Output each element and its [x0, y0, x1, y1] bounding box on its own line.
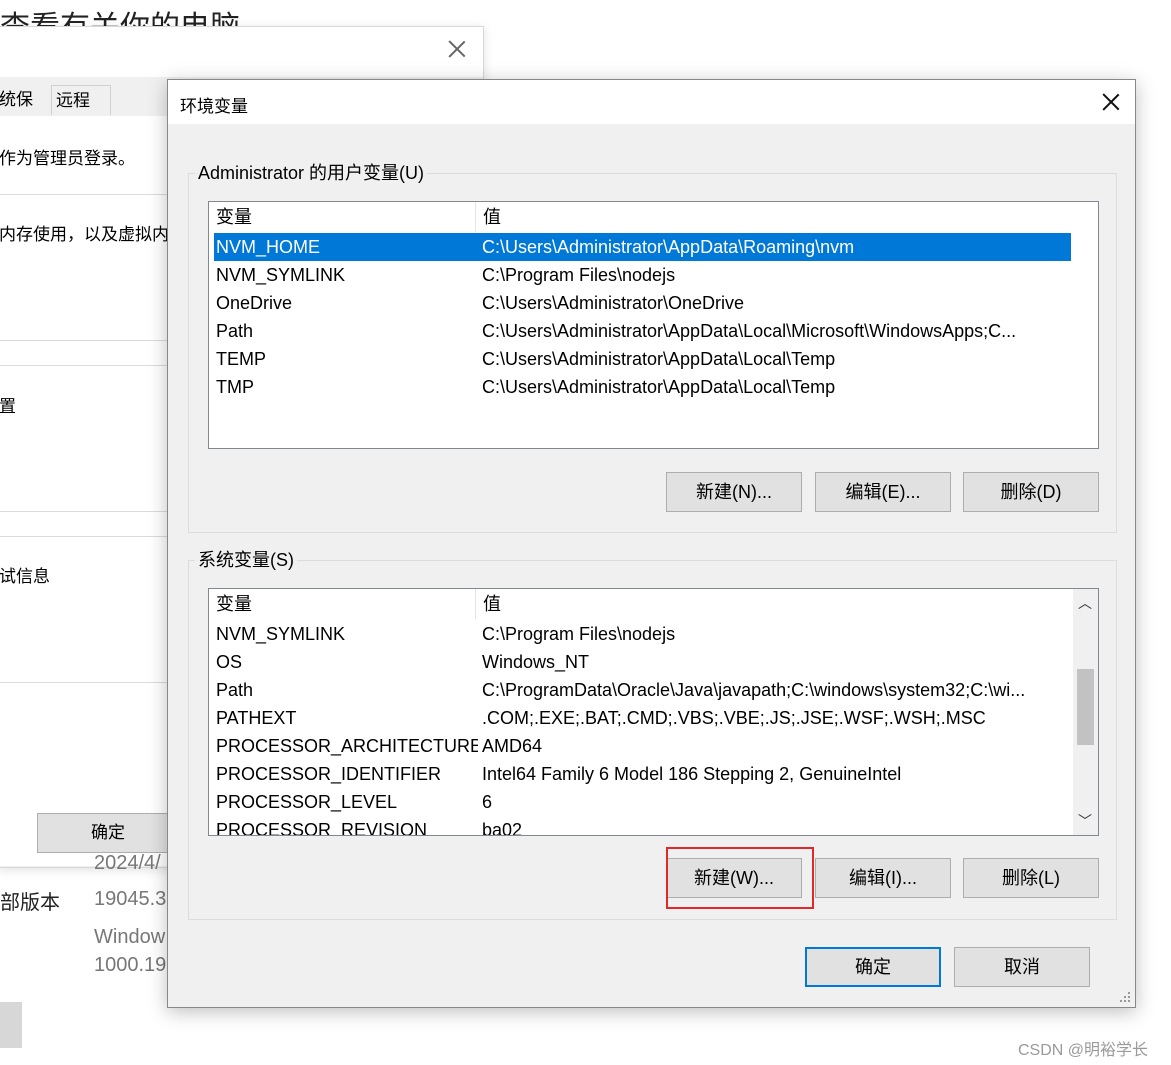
- close-icon[interactable]: [1099, 90, 1123, 114]
- user-variables-legend: Administrator 的用户变量(U): [195, 162, 428, 184]
- variable-name-cell: PROCESSOR_IDENTIFIER: [216, 764, 442, 784]
- settings-text-partial: 置: [0, 397, 16, 416]
- column-header-value[interactable]: 值: [475, 202, 1071, 232]
- memory-usage-text: 内存使用，以及虚拟内: [0, 225, 169, 244]
- variable-name-cell: PROCESSOR_ARCHITECTURE: [216, 736, 478, 756]
- variable-name-cell: PROCESSOR_LEVEL: [216, 792, 398, 812]
- system-delete-button[interactable]: 删除(L): [963, 858, 1099, 898]
- variable-value-cell: ba02: [482, 820, 523, 836]
- background-button-partial[interactable]: [0, 1002, 22, 1048]
- variable-name-cell: NVM_HOME: [216, 237, 321, 257]
- divider: [0, 511, 169, 512]
- resize-grip-icon[interactable]: [1119, 991, 1131, 1003]
- date-text-partial: 2024/4/: [94, 852, 161, 874]
- variable-name-cell: TEMP: [216, 349, 267, 369]
- variable-value-cell: C:\Program Files\nodejs: [482, 624, 676, 644]
- system-list-scrollbar[interactable]: ︿ ﹀: [1073, 589, 1098, 835]
- variable-value-cell: 6: [482, 792, 493, 812]
- build-number-text: 19045.38: [94, 888, 178, 910]
- variable-value-cell: Windows_NT: [482, 652, 590, 672]
- table-row[interactable]: PATHEXT .COM;.EXE;.BAT;.CMD;.VBS;.VBE;.JS…: [214, 704, 1069, 732]
- list-header: 变量 值: [209, 589, 1098, 619]
- system-new-button[interactable]: 新建(W)...: [666, 858, 802, 898]
- scroll-up-icon[interactable]: ︿: [1073, 589, 1097, 617]
- tab-system-protection[interactable]: 统保护: [0, 85, 49, 139]
- environment-variables-dialog: 环境变量 Administrator 的用户变量(U) 变量 值 NVM_HOM…: [167, 79, 1136, 1008]
- variable-name-cell: OS: [216, 652, 243, 672]
- variable-value-cell: Intel64 Family 6 Model 186 Stepping 2, G…: [482, 764, 902, 784]
- variable-value-cell: C:\Users\Administrator\AppData\Local\Tem…: [482, 349, 836, 369]
- variable-name-cell: PROCESSOR_REVISION: [216, 820, 428, 836]
- table-row[interactable]: Path C:\ProgramData\Oracle\Java\javapath;…: [214, 676, 1069, 704]
- divider: [0, 682, 169, 683]
- internal-version-label: 部版本: [0, 892, 60, 914]
- system-properties-titlebar: [0, 27, 483, 77]
- table-row[interactable]: PROCESSOR_LEVEL 6: [214, 788, 1069, 816]
- ok-button[interactable]: 确定: [805, 947, 941, 987]
- variable-name-cell: Path: [216, 321, 254, 341]
- tab-remote[interactable]: 远程: [51, 85, 111, 115]
- system-variables-list[interactable]: 变量 值 NVM_SYMLINK C:\Program Files\nodejs O…: [208, 588, 1099, 836]
- table-row[interactable]: PROCESSOR_ARCHITECTURE AMD64: [214, 732, 1069, 760]
- table-row[interactable]: TEMP C:\Users\Administrator\AppData\Local…: [214, 345, 1071, 373]
- divider: [0, 365, 169, 366]
- variable-value-cell: C:\Users\Administrator\AppData\Roaming\n…: [482, 237, 855, 257]
- watermark: CSDN @明裕学长: [1018, 1042, 1149, 1059]
- system-variables-group: 系统变量(S) 变量 值 NVM_SYMLINK C:\Program Files…: [188, 549, 1117, 920]
- debug-info-text: 试信息: [0, 567, 50, 586]
- variable-name-cell: NVM_SYMLINK: [216, 265, 346, 285]
- variable-value-cell: C:\ProgramData\Oracle\Java\javapath;C:\w…: [482, 680, 1026, 700]
- table-row[interactable]: Path C:\Users\Administrator\AppData\Local…: [214, 317, 1071, 345]
- table-row[interactable]: PROCESSOR_IDENTIFIER Intel64 Family 6 Mod…: [214, 760, 1069, 788]
- variable-name-cell: PATHEXT: [216, 708, 297, 728]
- close-icon[interactable]: [445, 37, 469, 61]
- dialog-titlebar: 环境变量: [168, 80, 1135, 124]
- table-row[interactable]: TMP C:\Users\Administrator\AppData\Local\…: [214, 373, 1071, 401]
- table-row[interactable]: OS Windows_NT: [214, 648, 1069, 676]
- table-row[interactable]: PROCESSOR_REVISION ba02: [214, 816, 1069, 836]
- dialog-title: 环境变量: [180, 97, 248, 116]
- variable-name-cell: NVM_SYMLINK: [216, 624, 346, 644]
- user-variables-list[interactable]: 变量 值 NVM_HOME C:\Users\Administrator\AppD…: [208, 201, 1099, 449]
- admin-login-text: 作为管理员登录。: [0, 149, 135, 168]
- user-delete-button[interactable]: 删除(D): [963, 472, 1099, 512]
- table-row[interactable]: NVM_SYMLINK C:\Program Files\nodejs: [214, 620, 1069, 648]
- divider: [0, 536, 169, 537]
- table-row[interactable]: NVM_SYMLINK C:\Program Files\nodejs: [214, 261, 1071, 289]
- version-text-partial: 1000.190: [94, 954, 178, 976]
- divider: [0, 340, 169, 341]
- column-header-value[interactable]: 值: [475, 589, 1071, 619]
- variable-name-cell: OneDrive: [216, 293, 293, 313]
- divider: [0, 194, 169, 195]
- user-edit-button[interactable]: 编辑(E)...: [815, 472, 951, 512]
- variable-name-cell: Path: [216, 680, 254, 700]
- variable-value-cell: C:\Users\Administrator\AppData\Local\Tem…: [482, 377, 836, 397]
- variable-name-cell: TMP: [216, 377, 254, 397]
- variable-value-cell: C:\Program Files\nodejs: [482, 265, 676, 285]
- list-header: 变量 值: [209, 202, 1098, 232]
- user-new-button[interactable]: 新建(N)...: [666, 472, 802, 512]
- variable-value-cell: C:\Users\Administrator\OneDrive: [482, 293, 745, 313]
- variable-value-cell: .COM;.EXE;.BAT;.CMD;.VBS;.VBE;.JS;.JSE;.…: [482, 708, 986, 728]
- scrollbar-thumb[interactable]: [1077, 669, 1094, 745]
- variable-value-cell: C:\Users\Administrator\AppData\Local\Mic…: [482, 321, 1017, 341]
- system-variables-legend: 系统变量(S): [195, 549, 297, 571]
- column-header-variable[interactable]: 变量: [209, 589, 475, 619]
- scroll-down-icon[interactable]: ﹀: [1073, 807, 1097, 835]
- variable-value-cell: AMD64: [482, 736, 543, 756]
- column-header-variable[interactable]: 变量: [209, 202, 475, 232]
- cancel-button[interactable]: 取消: [954, 947, 1090, 987]
- table-row[interactable]: OneDrive C:\Users\Administrator\OneDrive: [214, 289, 1071, 317]
- system-properties-ok-button[interactable]: 确定: [37, 813, 179, 853]
- system-edit-button[interactable]: 编辑(I)...: [815, 858, 951, 898]
- windows-text-partial: Window: [94, 926, 166, 948]
- background-window-title-partial: 查看有关你的电脑: [0, 0, 240, 26]
- table-row[interactable]: NVM_HOME C:\Users\Administrator\AppData\R…: [214, 233, 1071, 261]
- user-variables-group: Administrator 的用户变量(U) 变量 值 NVM_HOME C:\U…: [188, 162, 1117, 533]
